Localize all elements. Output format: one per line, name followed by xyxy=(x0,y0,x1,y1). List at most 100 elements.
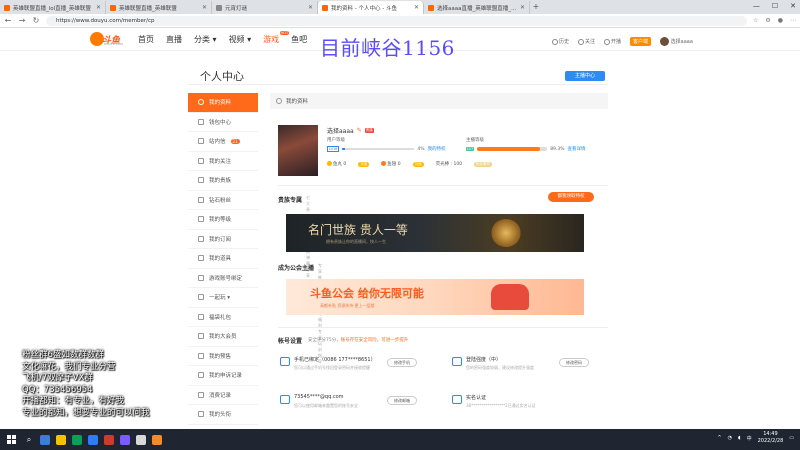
browser-tab[interactable]: 英雄联盟直播_lol直播_英雄联盟 ✕ xyxy=(0,1,106,14)
user-level-tag: LV18 xyxy=(327,146,340,152)
fan-badge-button[interactable]: 粉丝徽章 xyxy=(474,161,493,167)
sidebar-item-subscriptions[interactable]: 我的订阅 xyxy=(188,230,258,249)
url-input[interactable]: https://www.douyu.com/member/cp xyxy=(46,15,747,26)
douyu-favicon-icon xyxy=(4,4,10,11)
chevron-up-icon[interactable]: ^ xyxy=(717,435,721,441)
windows-taskbar: ⌕ ^ ◔ ◖ 中 14:49 2022/2/28 ▭ xyxy=(0,429,800,450)
fishball-count: 鱼丸 0 xyxy=(327,161,346,167)
level-icon xyxy=(198,216,204,223)
app-icon[interactable] xyxy=(88,434,98,445)
profile-avatar[interactable] xyxy=(278,125,318,176)
stream-overlay-title: 目前峡谷1156 xyxy=(320,36,455,60)
wallet-icon xyxy=(198,118,204,125)
follow-link[interactable]: 关注 xyxy=(578,38,595,45)
mail-icon xyxy=(198,138,204,145)
file-explorer-icon[interactable] xyxy=(56,434,66,445)
forward-icon[interactable]: → xyxy=(18,16,26,25)
app-icon[interactable] xyxy=(120,434,130,445)
anchor-center-button[interactable]: 主播中心 xyxy=(565,71,605,81)
fishwing-recharge-button[interactable]: 充值 xyxy=(412,161,424,167)
subscribe-icon xyxy=(198,235,204,242)
close-icon[interactable]: ✕ xyxy=(520,4,525,11)
clock[interactable]: 14:49 2022/2/28 xyxy=(758,431,784,445)
history-link[interactable]: 历史 xyxy=(552,38,569,45)
noble-banner[interactable]: 名门世族 贵人一等 拥有贵族让你的直播间，快人一生 xyxy=(286,214,584,252)
notification-icon[interactable]: ▭ xyxy=(789,435,794,441)
sidebar-item-appeals[interactable]: 我的申诉记录 xyxy=(188,366,258,386)
close-icon[interactable]: ✕ xyxy=(96,4,101,11)
new-tab-button[interactable]: + xyxy=(530,1,542,14)
hot-badge: HOT xyxy=(279,31,290,35)
noble-emblem-icon xyxy=(491,219,521,247)
sidebar-item-noble[interactable]: 我的贵族 xyxy=(188,171,258,191)
nav-live[interactable]: 直播 xyxy=(166,34,182,45)
divider xyxy=(278,185,608,186)
maximize-icon[interactable]: ☐ xyxy=(772,2,778,10)
douyu-favicon-icon xyxy=(110,4,116,11)
extensions-icon[interactable]: ⚙ xyxy=(765,17,770,24)
client-download-button[interactable]: 客户端 xyxy=(630,37,652,46)
guild-section-title: 成为公会主播专享推荐位 专享活动福利 专业培训指导 xyxy=(278,263,323,364)
nav-video[interactable]: 视频 ▾ xyxy=(229,34,252,45)
reload-icon[interactable]: ↻ xyxy=(32,16,40,25)
sidebar-item-profile[interactable]: 我的资料 xyxy=(188,93,258,113)
sidebar-item-level[interactable]: 我的等级 xyxy=(188,210,258,230)
view-details-link[interactable]: 查看详情 xyxy=(567,146,585,152)
task-view-icon[interactable] xyxy=(40,434,50,445)
sidebar-item-follow[interactable]: 我的关注 xyxy=(188,152,258,171)
browser-tab-active[interactable]: 我的资料 - 个人中心 - 斗鱼 ✕ xyxy=(318,1,424,14)
my-privilege-link[interactable]: 我的特权 xyxy=(428,146,446,152)
user-level-label: 用户等级 xyxy=(327,138,345,143)
nav-yuba[interactable]: 鱼吧 xyxy=(291,34,307,45)
back-icon[interactable]: ← xyxy=(4,16,12,25)
close-icon[interactable]: ✕ xyxy=(414,4,419,11)
network-icon[interactable]: ◔ xyxy=(728,435,732,441)
volume-icon[interactable]: ◖ xyxy=(738,435,741,441)
change-phone-button[interactable]: 修改手机 xyxy=(387,358,417,367)
nav-home[interactable]: 首页 xyxy=(138,34,154,45)
sidebar-item-titles[interactable]: 我的头衔 xyxy=(188,405,258,425)
sidebar-item-presale[interactable]: 我的预售 xyxy=(188,347,258,366)
heart-icon xyxy=(578,38,585,45)
douyu-logo[interactable]: 斗鱼 DOUYU.COM xyxy=(90,32,126,47)
fishball-recharge-button[interactable]: 充值 xyxy=(358,161,370,167)
start-button[interactable] xyxy=(0,429,22,450)
sidebar-item-game-binding[interactable]: 游戏账号绑定 xyxy=(188,269,258,288)
star-icon[interactable]: ☆ xyxy=(753,17,758,24)
input-language[interactable]: 中 xyxy=(747,435,752,442)
change-email-button[interactable]: 修改邮箱 xyxy=(387,396,417,405)
app-icon[interactable] xyxy=(152,434,162,445)
app-icon[interactable] xyxy=(136,434,146,445)
sidebar-item-consumption[interactable]: 消费记录 xyxy=(188,386,258,405)
close-icon[interactable]: ✕ xyxy=(202,4,207,11)
guild-banner[interactable]: 斗鱼公会 给你无限可能 高额补贴 资源扶持 更上一层楼 xyxy=(286,279,584,315)
close-window-icon[interactable]: ✕ xyxy=(790,2,796,10)
appeal-icon xyxy=(198,372,204,379)
history-icon xyxy=(552,38,558,45)
sidebar-item-diamond-fans[interactable]: 钻石粉丝 xyxy=(188,191,258,210)
sidebar-item-play-together[interactable]: 一起玩 ▾ xyxy=(188,288,258,308)
broadcast-link[interactable]: 开播 xyxy=(604,38,621,45)
minimize-icon[interactable]: — xyxy=(753,2,760,10)
edge-browser-icon[interactable] xyxy=(72,434,82,445)
menu-icon[interactable]: ⋯ xyxy=(790,17,796,24)
search-icon[interactable]: ⌕ xyxy=(22,435,36,445)
profile-icon[interactable]: ● xyxy=(778,17,783,24)
browser-tab[interactable]: 英雄联盟直播_英雄联盟 ✕ xyxy=(106,1,212,14)
app-icon[interactable] xyxy=(104,434,114,445)
user-menu[interactable]: 选择aaaa xyxy=(660,37,693,46)
sidebar-item-vip[interactable]: 我的大会员 xyxy=(188,327,258,347)
change-password-button[interactable]: 修改密码 xyxy=(559,358,589,367)
sidebar-item-props[interactable]: 我的道具 xyxy=(188,249,258,269)
claim-privilege-button[interactable]: 都我领取特权 xyxy=(548,192,594,202)
nav-game[interactable]: 游戏 HOT xyxy=(263,31,290,45)
nav-category[interactable]: 分类 ▾ xyxy=(194,34,217,45)
close-icon[interactable]: ✕ xyxy=(308,4,313,11)
play-icon xyxy=(198,294,204,301)
sidebar-item-wallet[interactable]: 钱包中心 xyxy=(188,113,258,132)
sidebar-item-messages[interactable]: 站内信 21 xyxy=(188,132,258,152)
browser-tab[interactable]: 元宵灯谜 ✕ xyxy=(212,1,318,14)
sidebar-item-lucky-bag[interactable]: 福袋礼包 xyxy=(188,308,258,327)
edit-icon[interactable]: ✎ xyxy=(357,127,362,134)
browser-tab[interactable]: 选择aaaa直播_英雄联盟直播_斗鱼 ✕ xyxy=(424,1,530,14)
